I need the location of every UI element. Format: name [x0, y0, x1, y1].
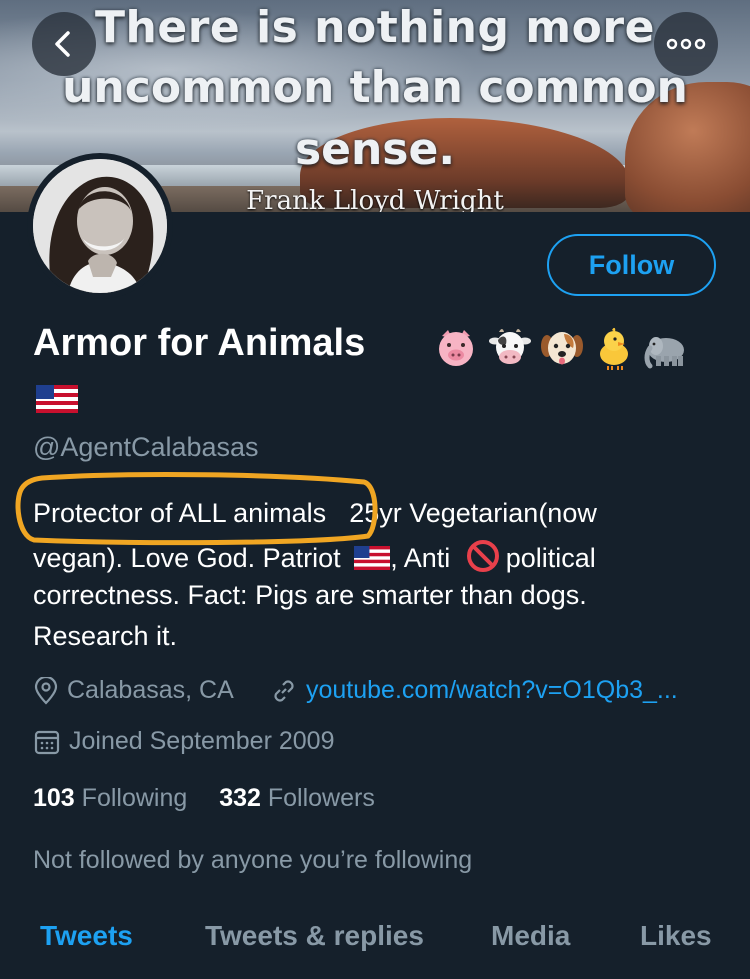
- us-flag-icon: [354, 546, 391, 570]
- bio-line-4: Research it.: [33, 621, 178, 651]
- website-link[interactable]: youtube.com/watch?v=O1Qb3_...: [306, 676, 678, 705]
- join-date: Joined September 2009: [33, 727, 334, 756]
- link-icon: [274, 679, 294, 702]
- social-context-text: Not followed by anyone you’re following: [33, 846, 473, 874]
- pig-face-icon: [439, 330, 473, 366]
- following-label: Following: [81, 784, 188, 812]
- more-icon: [666, 38, 706, 50]
- elephant-icon: [644, 337, 684, 369]
- following-count: 103: [33, 784, 75, 812]
- bio-text: , Anti: [390, 543, 451, 573]
- following-stat[interactable]: 103 Following: [33, 784, 187, 812]
- quote-line: There is nothing more: [95, 2, 655, 53]
- tab-tweets[interactable]: Tweets: [40, 920, 133, 952]
- bio-line-3: correctness. Fact: Pigs are smarter than…: [33, 580, 587, 610]
- bio-line-2: vegan). Love God. Patriot , Anti politic…: [33, 539, 596, 574]
- followers-count: 332: [219, 784, 261, 812]
- location: Calabasas, CA: [33, 676, 234, 705]
- us-flag-icon: [36, 385, 78, 413]
- baby-chick-icon: [600, 327, 628, 370]
- tab-tweets-and-replies[interactable]: Tweets & replies: [205, 920, 424, 952]
- dog-face-icon: [541, 332, 583, 365]
- follow-button[interactable]: Follow: [547, 234, 716, 296]
- followers-stat[interactable]: 332 Followers: [219, 784, 375, 812]
- chevron-left-icon: [55, 31, 70, 57]
- follow-stats: 103 Following 332 Followers: [33, 784, 375, 813]
- avatar-image: [33, 159, 167, 293]
- more-options-button[interactable]: [654, 12, 718, 76]
- prohibited-icon: [466, 540, 499, 572]
- join-date-text: Joined September 2009: [69, 727, 335, 755]
- followers-label: Followers: [267, 784, 375, 812]
- calendar-icon: [34, 730, 60, 754]
- quote-line: uncommon than common: [62, 62, 688, 113]
- tab-likes[interactable]: Likes: [640, 920, 712, 952]
- cow-face-icon: [489, 329, 531, 364]
- avatar[interactable]: [27, 153, 173, 299]
- profile-handle: @AgentCalabasas: [33, 432, 259, 462]
- bio-text: political: [505, 543, 596, 573]
- highlight-circle-annotation: [15, 472, 378, 546]
- profile-tabs: Tweets Tweets & replies Media Likes: [0, 910, 750, 979]
- bio-text: 25yr Vegetarian(now: [349, 498, 597, 528]
- website[interactable]: youtube.com/watch?v=O1Qb3_...: [270, 676, 678, 705]
- location-text: Calabasas, CA: [67, 676, 234, 704]
- back-button[interactable]: [32, 12, 96, 76]
- location-pin-icon: [34, 676, 58, 705]
- bio-text: vegan). Love God. Patriot: [33, 543, 341, 573]
- display-name: Armor for Animals: [33, 322, 366, 364]
- tab-media[interactable]: Media: [491, 920, 570, 952]
